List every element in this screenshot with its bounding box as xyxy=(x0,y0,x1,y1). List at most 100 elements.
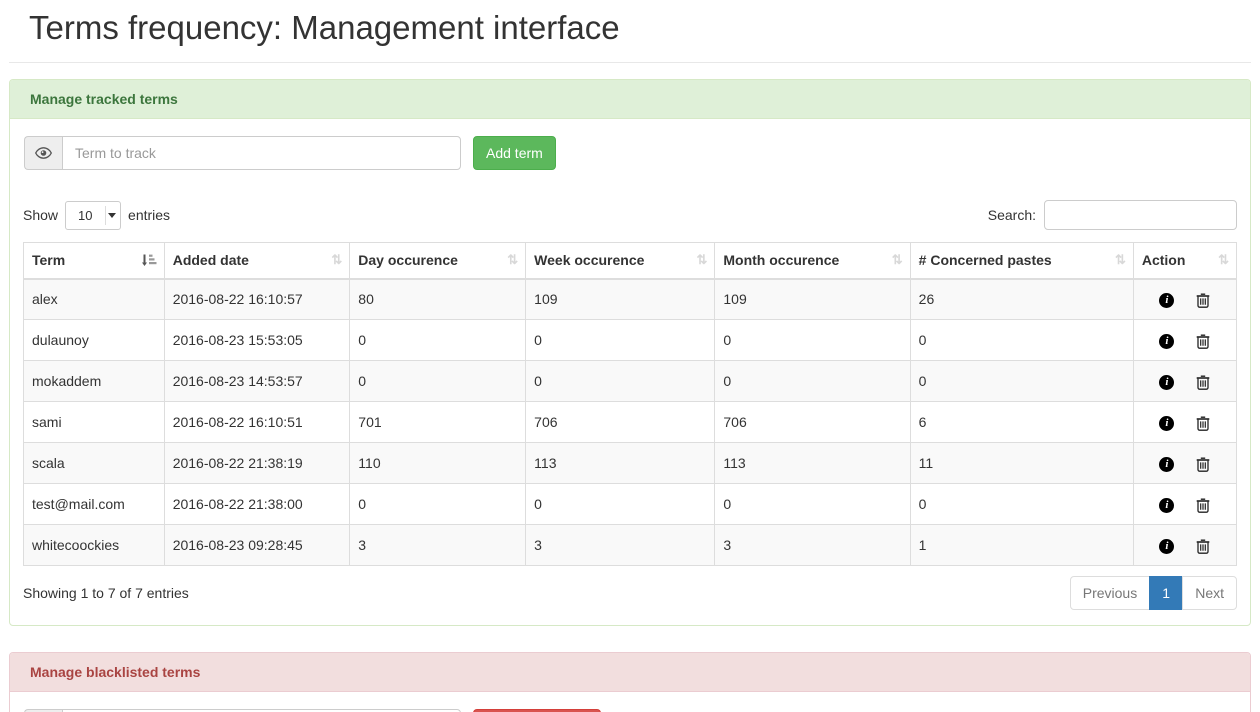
title-divider xyxy=(9,62,1251,63)
tracked-terms-table: Term xyxy=(23,242,1237,566)
day-occurence-cell: 3 xyxy=(350,525,526,566)
concerned-pastes-cell: 1 xyxy=(910,525,1133,566)
showing-entries-text: Showing 1 to 7 of 7 entries xyxy=(23,585,189,601)
term-cell: test@mail.com xyxy=(24,484,165,525)
pagination-previous[interactable]: Previous xyxy=(1070,576,1150,610)
month-occurence-cell: 0 xyxy=(715,361,910,402)
week-occurence-cell: 109 xyxy=(526,279,715,320)
pagination: Previous 1 Next xyxy=(1070,576,1237,610)
pagination-next[interactable]: Next xyxy=(1182,576,1237,610)
added-date-cell: 2016-08-23 09:28:45 xyxy=(164,525,350,566)
table-row: sami 2016-08-22 16:10:51 701 706 706 6 i xyxy=(24,402,1237,443)
search-input[interactable] xyxy=(1044,200,1237,230)
term-cell: dulaunoy xyxy=(24,320,165,361)
action-cell: i xyxy=(1133,484,1236,525)
sort-icon: ⇅ xyxy=(507,252,518,268)
table-row: alex 2016-08-22 16:10:57 80 109 109 26 i xyxy=(24,279,1237,320)
concerned-pastes-cell: 0 xyxy=(910,361,1133,402)
day-occurence-cell: 0 xyxy=(350,320,526,361)
added-date-cell: 2016-08-23 15:53:05 xyxy=(164,320,350,361)
concerned-pastes-cell: 6 xyxy=(910,402,1133,443)
added-date-cell: 2016-08-22 21:38:19 xyxy=(164,443,350,484)
week-occurence-cell: 0 xyxy=(526,361,715,402)
table-row: whitecoockies 2016-08-23 09:28:45 3 3 3 … xyxy=(24,525,1237,566)
concerned-pastes-cell: 0 xyxy=(910,484,1133,525)
column-header-term[interactable]: Term xyxy=(24,243,165,279)
info-icon[interactable]: i xyxy=(1159,457,1174,472)
month-occurence-cell: 0 xyxy=(715,320,910,361)
week-occurence-cell: 0 xyxy=(526,484,715,525)
term-cell: alex xyxy=(24,279,165,320)
month-occurence-cell: 109 xyxy=(715,279,910,320)
info-icon[interactable]: i xyxy=(1159,375,1174,390)
concerned-pastes-cell: 11 xyxy=(910,443,1133,484)
trash-icon[interactable] xyxy=(1196,498,1210,513)
added-date-cell: 2016-08-22 21:38:00 xyxy=(164,484,350,525)
trash-icon[interactable] xyxy=(1196,416,1210,431)
column-header-concerned-pastes[interactable]: # Concerned pastes ⇅ xyxy=(910,243,1133,279)
blacklisted-terms-panel-header: Manage blacklisted terms xyxy=(10,653,1250,692)
term-to-track-input[interactable] xyxy=(62,136,461,170)
day-occurence-cell: 110 xyxy=(350,443,526,484)
sort-icon: ⇅ xyxy=(1218,252,1229,268)
trash-icon[interactable] xyxy=(1196,375,1210,390)
column-header-added-date[interactable]: Added date ⇅ xyxy=(164,243,350,279)
action-cell: i xyxy=(1133,320,1236,361)
table-row: mokaddem 2016-08-23 14:53:57 0 0 0 0 i xyxy=(24,361,1237,402)
tracked-terms-panel-body: Add term Show 10 entries Search: xyxy=(10,119,1250,625)
sort-icon: ⇅ xyxy=(331,252,342,268)
info-icon[interactable]: i xyxy=(1159,498,1174,513)
day-occurence-cell: 0 xyxy=(350,361,526,402)
month-occurence-cell: 706 xyxy=(715,402,910,443)
trash-icon[interactable] xyxy=(1196,539,1210,554)
table-row: test@mail.com 2016-08-22 21:38:00 0 0 0 … xyxy=(24,484,1237,525)
week-occurence-cell: 113 xyxy=(526,443,715,484)
info-icon[interactable]: i xyxy=(1159,539,1174,554)
action-cell: i xyxy=(1133,279,1236,320)
show-label: Show xyxy=(23,207,58,223)
day-occurence-cell: 0 xyxy=(350,484,526,525)
month-occurence-cell: 0 xyxy=(715,484,910,525)
action-cell: i xyxy=(1133,361,1236,402)
info-icon[interactable]: i xyxy=(1159,293,1174,308)
sort-icon: ⇅ xyxy=(892,252,903,268)
page-length-control: Show 10 entries xyxy=(23,201,170,230)
week-occurence-cell: 0 xyxy=(526,320,715,361)
page-length-select[interactable]: 10 xyxy=(65,201,121,230)
week-occurence-cell: 706 xyxy=(526,402,715,443)
added-date-cell: 2016-08-22 16:10:51 xyxy=(164,402,350,443)
trash-icon[interactable] xyxy=(1196,293,1210,308)
sort-icon: ⇅ xyxy=(696,252,707,268)
column-header-day-occurence[interactable]: Day occurence ⇅ xyxy=(350,243,526,279)
column-header-month-occurence[interactable]: Month occurence ⇅ xyxy=(715,243,910,279)
sort-asc-icon xyxy=(142,254,157,267)
term-cell: scala xyxy=(24,443,165,484)
table-row: dulaunoy 2016-08-23 15:53:05 0 0 0 0 i xyxy=(24,320,1237,361)
entries-label: entries xyxy=(128,207,170,223)
blacklisted-terms-panel-body xyxy=(10,692,1250,712)
month-occurence-cell: 3 xyxy=(715,525,910,566)
blacklisted-terms-panel: Manage blacklisted terms xyxy=(9,652,1251,712)
tracked-terms-panel-header: Manage tracked terms xyxy=(10,80,1250,119)
info-icon[interactable]: i xyxy=(1159,334,1174,349)
trash-icon[interactable] xyxy=(1196,457,1210,472)
trash-icon[interactable] xyxy=(1196,334,1210,349)
table-row: scala 2016-08-22 21:38:19 110 113 113 11… xyxy=(24,443,1237,484)
added-date-cell: 2016-08-22 16:10:57 xyxy=(164,279,350,320)
column-header-action[interactable]: Action ⇅ xyxy=(1133,243,1236,279)
info-icon[interactable]: i xyxy=(1159,416,1174,431)
pagination-page-1[interactable]: 1 xyxy=(1149,576,1183,610)
concerned-pastes-cell: 26 xyxy=(910,279,1133,320)
action-cell: i xyxy=(1133,443,1236,484)
page-title: Terms frequency: Management interface xyxy=(29,9,1251,47)
concerned-pastes-cell: 0 xyxy=(910,320,1133,361)
add-term-button[interactable]: Add term xyxy=(473,136,556,170)
action-cell: i xyxy=(1133,525,1236,566)
action-cell: i xyxy=(1133,402,1236,443)
added-date-cell: 2016-08-23 14:53:57 xyxy=(164,361,350,402)
table-body: alex 2016-08-22 16:10:57 80 109 109 26 i… xyxy=(24,279,1237,566)
column-header-week-occurence[interactable]: Week occurence ⇅ xyxy=(526,243,715,279)
week-occurence-cell: 3 xyxy=(526,525,715,566)
sort-icon: ⇅ xyxy=(1115,252,1126,268)
day-occurence-cell: 701 xyxy=(350,402,526,443)
